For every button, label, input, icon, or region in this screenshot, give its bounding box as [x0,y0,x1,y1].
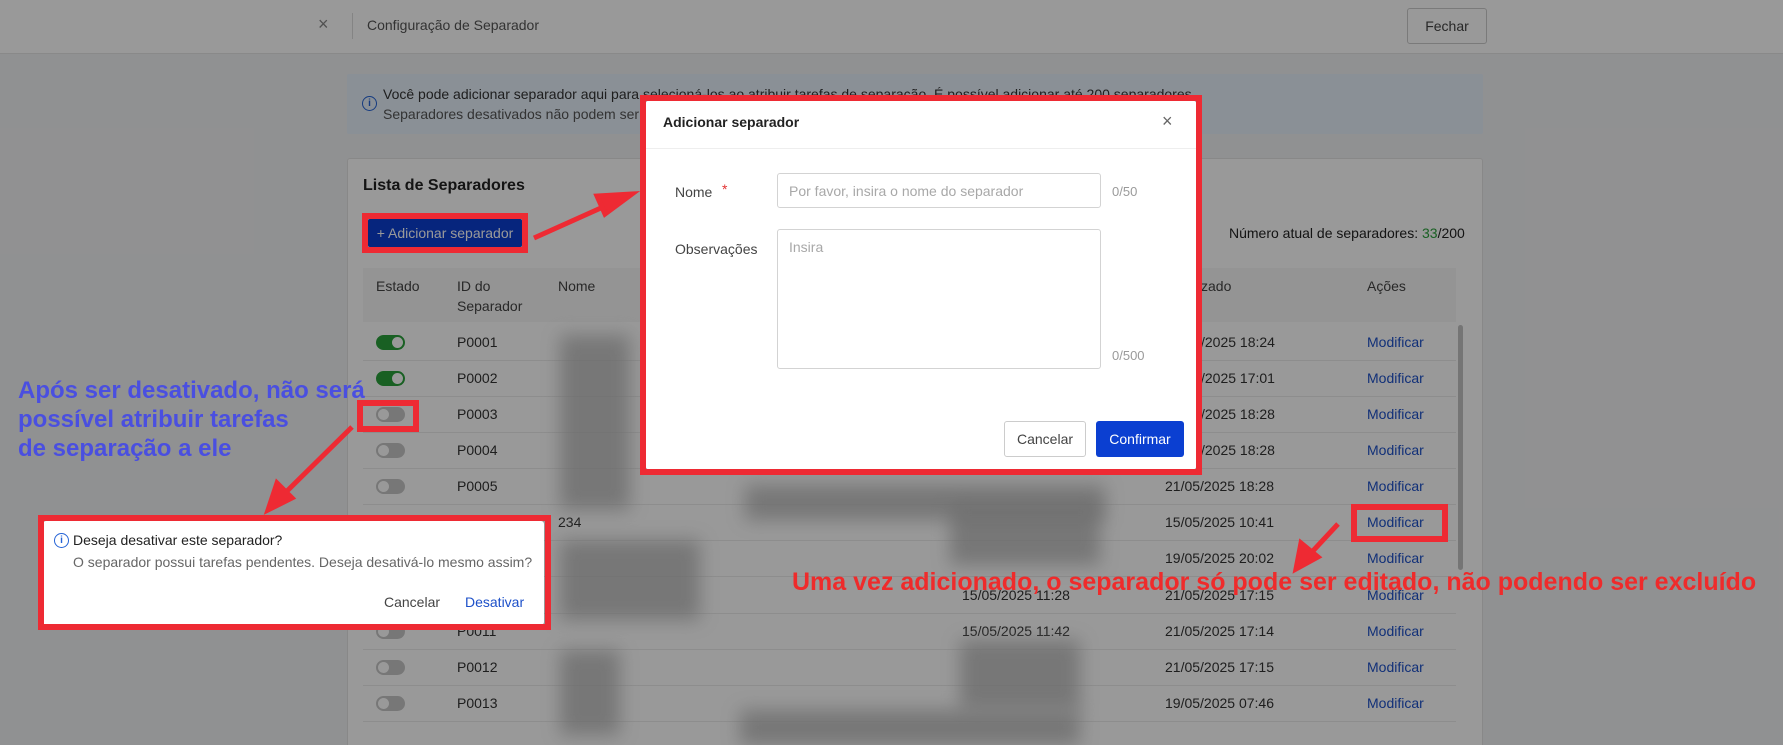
highlight-modal-box [640,95,1202,475]
highlight-popconfirm-box [38,515,551,630]
annotation-deactivation-note: Após ser desativado, não será possível a… [18,376,365,463]
highlight-modify-link-box [1351,504,1448,542]
annotation-line: de separação a ele [18,435,232,462]
highlight-add-button-box [362,213,528,253]
annotation-line: Após ser desativado, não será [18,377,365,404]
highlight-toggle-box [357,400,419,432]
annotation-edit-only-note: Uma vez adicionado, o separador só pode … [792,568,1757,596]
annotation-line: possível atribuir tarefas [18,406,289,433]
